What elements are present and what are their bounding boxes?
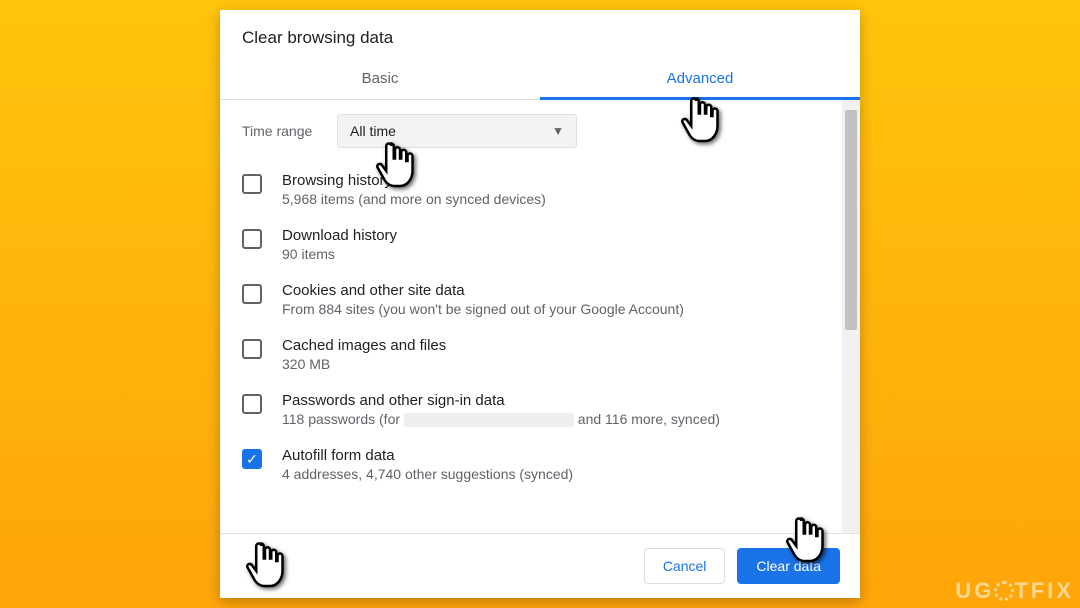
scrollbar-thumb[interactable] — [845, 110, 857, 330]
checkbox-cookies[interactable] — [242, 284, 262, 304]
checkbox-browsing-history[interactable] — [242, 174, 262, 194]
time-range-row: Time range All time ▼ — [242, 108, 834, 162]
option-sub-prefix: 118 passwords (for — [282, 411, 404, 427]
option-sub: 118 passwords (for and 116 more, synced) — [282, 411, 834, 427]
option-title: Cookies and other site data — [282, 282, 834, 299]
tab-basic[interactable]: Basic — [220, 56, 540, 99]
option-title: Download history — [282, 227, 834, 244]
option-title: Passwords and other sign-in data — [282, 392, 834, 409]
scrollbar[interactable] — [842, 100, 860, 533]
watermark: UG TFIX — [955, 578, 1074, 604]
dialog-body: Time range All time ▼ Browsing history 5… — [220, 100, 860, 534]
cancel-button[interactable]: Cancel — [644, 548, 726, 584]
tab-bar: Basic Advanced — [220, 56, 860, 100]
check-icon: ✓ — [246, 452, 258, 466]
time-range-value: All time — [350, 123, 396, 139]
dialog-title: Clear browsing data — [220, 10, 860, 56]
option-sub: 320 MB — [282, 356, 834, 372]
time-range-label: Time range — [242, 123, 337, 139]
dialog-footer: Cancel Clear data — [220, 534, 860, 598]
option-title: Autofill form data — [282, 447, 834, 464]
option-autofill: ✓ Autofill form data 4 addresses, 4,740 … — [242, 437, 834, 492]
option-sub-suffix: and 116 more, synced) — [578, 411, 720, 427]
option-cookies: Cookies and other site data From 884 sit… — [242, 272, 834, 327]
checkbox-passwords[interactable] — [242, 394, 262, 414]
option-sub: 90 items — [282, 246, 834, 262]
option-title: Cached images and files — [282, 337, 834, 354]
time-range-select[interactable]: All time ▼ — [337, 114, 577, 148]
checkbox-cached-images[interactable] — [242, 339, 262, 359]
tab-advanced[interactable]: Advanced — [540, 56, 860, 99]
option-title: Browsing history — [282, 172, 834, 189]
option-sub: From 884 sites (you won't be signed out … — [282, 301, 834, 317]
redacted-account — [404, 413, 574, 427]
gear-icon — [994, 581, 1014, 601]
checkbox-autofill[interactable]: ✓ — [242, 449, 262, 469]
clear-browsing-data-dialog: Clear browsing data Basic Advanced Time … — [220, 10, 860, 598]
option-browsing-history: Browsing history 5,968 items (and more o… — [242, 162, 834, 217]
watermark-text: UG — [955, 578, 994, 603]
checkbox-download-history[interactable] — [242, 229, 262, 249]
option-cached-images: Cached images and files 320 MB — [242, 327, 834, 382]
option-passwords: Passwords and other sign-in data 118 pas… — [242, 382, 834, 437]
option-sub: 4 addresses, 4,740 other suggestions (sy… — [282, 466, 834, 482]
option-sub: 5,968 items (and more on synced devices) — [282, 191, 834, 207]
watermark-text: TFIX — [1014, 578, 1074, 603]
option-download-history: Download history 90 items — [242, 217, 834, 272]
options-list: Time range All time ▼ Browsing history 5… — [220, 100, 842, 533]
chevron-down-icon: ▼ — [552, 124, 564, 138]
clear-data-button[interactable]: Clear data — [737, 548, 840, 584]
